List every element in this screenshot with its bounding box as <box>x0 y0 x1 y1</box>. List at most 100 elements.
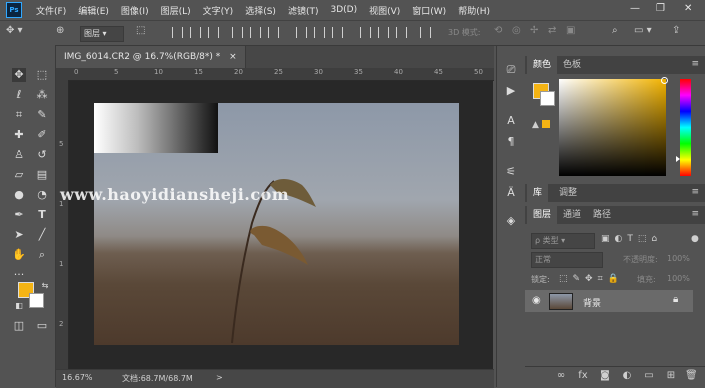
link-layers-icon[interactable]: ∞ <box>555 370 567 382</box>
opacity-value[interactable]: 100% <box>667 254 690 263</box>
menu-window[interactable]: 窗口(W) <box>412 4 446 17</box>
distribute-bottom-icon[interactable] <box>332 27 343 38</box>
align-top-icon[interactable] <box>172 27 183 38</box>
workspace-icon[interactable]: ▭ ▾ <box>634 25 652 36</box>
menu-layer[interactable]: 图层(L) <box>161 4 191 17</box>
3d-drag-icon[interactable]: ✢ <box>530 25 538 36</box>
paragraph-panel-icon[interactable]: ¶ <box>504 135 518 149</box>
close-tab-icon[interactable]: × <box>229 52 237 62</box>
distribute-center-icon[interactable] <box>378 27 389 38</box>
picker-cursor[interactable] <box>661 77 668 84</box>
align-left-icon[interactable] <box>232 27 243 38</box>
tab-swatches[interactable]: 色板 <box>557 56 587 74</box>
auto-select-icon[interactable]: ⊕ <box>56 25 64 36</box>
search-icon[interactable]: ⌕ <box>612 25 618 36</box>
menu-edit[interactable]: 编辑(E) <box>78 4 109 17</box>
document-tab[interactable]: IMG_6014.CR2 @ 16.7%(RGB/8*) * × <box>56 46 246 68</box>
adjustment-layer-icon[interactable]: ◐ <box>621 370 633 382</box>
type-icon[interactable]: T <box>35 208 49 222</box>
fill-value[interactable]: 100% <box>667 274 690 283</box>
hand-icon[interactable]: ✋ <box>12 248 26 262</box>
quick-mask-icon[interactable]: ◫ <box>12 319 26 333</box>
status-menu-arrow[interactable]: > <box>216 373 223 382</box>
dodge-icon[interactable]: ◔ <box>35 188 49 202</box>
lasso-icon[interactable]: ℓ <box>12 88 26 102</box>
align-middle-icon[interactable] <box>190 27 201 38</box>
hue-slider[interactable] <box>680 79 691 176</box>
auto-select-dropdown[interactable]: 图层 ▾ <box>80 26 124 42</box>
distribute-top-icon[interactable] <box>296 27 307 38</box>
clone-stamp-icon[interactable]: ♙ <box>12 148 26 162</box>
tab-layers[interactable]: 图层 <box>527 206 558 224</box>
default-colors-icon[interactable]: ◧ <box>12 299 26 313</box>
line-icon[interactable]: ╱ <box>35 228 49 242</box>
menu-filter[interactable]: 滤镜(T) <box>288 4 319 17</box>
distribute-middle-icon[interactable] <box>314 27 325 38</box>
blur-icon[interactable]: ● <box>12 188 26 202</box>
align-center-icon[interactable] <box>250 27 261 38</box>
layer-name[interactable]: 背景 <box>583 296 601 309</box>
pen-icon[interactable]: ✒ <box>12 208 26 222</box>
hue-slider-handle[interactable] <box>676 156 680 162</box>
healing-brush-icon[interactable]: ✚ <box>12 128 26 142</box>
menu-type[interactable]: 文字(Y) <box>203 4 234 17</box>
transform-controls-icon[interactable]: ⬚ <box>136 25 145 36</box>
delete-layer-icon[interactable]: 🗑︎ <box>685 370 698 382</box>
layer-mask-icon[interactable]: ◙ <box>599 370 611 382</box>
character-panel-icon[interactable]: A <box>504 114 518 128</box>
auto-align-icon[interactable] <box>420 27 431 38</box>
tab-color[interactable]: 颜色 <box>527 56 558 74</box>
3d-scale-icon[interactable]: ▣ <box>566 25 575 36</box>
history-brush-icon[interactable]: ↺ <box>35 148 49 162</box>
move-tool-preset-icon[interactable]: ✥ ▾ <box>6 25 23 36</box>
new-group-icon[interactable]: ▭ <box>643 370 655 382</box>
crop-icon[interactable]: ⌗ <box>12 108 26 122</box>
menu-image[interactable]: 图像(I) <box>121 4 149 17</box>
3d-orbit-icon[interactable]: ⟲ <box>494 25 502 36</box>
layer-filter-icons[interactable]: ▣◐T⬚⌂ <box>601 234 662 244</box>
panel-background-swatch[interactable] <box>540 91 555 106</box>
actions-panel-icon[interactable]: ▶ <box>504 84 518 98</box>
move-icon[interactable]: ✥ <box>12 68 26 82</box>
minimize-button[interactable]: — <box>630 3 640 14</box>
menu-select[interactable]: 选择(S) <box>245 4 276 17</box>
tab-paths[interactable]: 路径 <box>587 206 617 224</box>
menu-view[interactable]: 视图(V) <box>369 4 400 17</box>
glyphs-panel-icon[interactable]: Ä <box>504 186 518 200</box>
layer-style-icon[interactable]: fx <box>577 370 589 382</box>
swap-colors-icon[interactable]: ⇆ <box>38 279 52 293</box>
maximize-button[interactable]: ❐ <box>656 3 665 14</box>
tab-channels[interactable]: 通道 <box>557 206 587 224</box>
3d-roll-icon[interactable]: ◎ <box>512 25 521 36</box>
eyedropper-icon[interactable]: ✎ <box>35 108 49 122</box>
background-color-swatch[interactable] <box>29 293 44 308</box>
menu-help[interactable]: 帮助(H) <box>458 4 490 17</box>
library-panel-menu-icon[interactable]: ≡ <box>691 187 699 197</box>
eraser-icon[interactable]: ▱ <box>12 168 26 182</box>
tab-adjustments[interactable]: 调整 <box>553 184 583 202</box>
history-panel-icon[interactable]: ⎚ <box>504 63 518 77</box>
zoom-level[interactable]: 16.67% <box>62 373 93 382</box>
lock-options-icons[interactable]: ⬚✎✥⌗🔒 <box>559 274 624 284</box>
eye-icon[interactable]: ◉ <box>532 295 541 306</box>
properties-panel-icon[interactable]: ⚟ <box>504 165 518 179</box>
3d-slide-icon[interactable]: ⇄ <box>548 25 556 36</box>
close-button[interactable]: ✕ <box>684 3 692 14</box>
blend-mode-dropdown[interactable]: 正常 <box>531 252 603 268</box>
layers-panel-menu-icon[interactable]: ≡ <box>691 209 699 219</box>
align-right-icon[interactable] <box>268 27 279 38</box>
out-of-gamut-warning-icon[interactable]: ▲ <box>532 120 539 130</box>
gradient-icon[interactable]: ▤ <box>35 168 49 182</box>
align-bottom-icon[interactable] <box>208 27 219 38</box>
zoom-icon[interactable]: ⌕ <box>35 248 49 262</box>
layer-kind-filter[interactable]: ρ 类型 ▾ <box>531 233 595 249</box>
color-panel-menu-icon[interactable]: ≡ <box>691 59 699 69</box>
3d-panel-icon[interactable]: ◈ <box>504 214 518 228</box>
path-select-icon[interactable]: ➤ <box>12 228 26 242</box>
new-layer-icon[interactable]: ⊞ <box>665 370 677 382</box>
distribute-left-icon[interactable] <box>360 27 371 38</box>
more-tools-icon[interactable]: ··· <box>12 268 26 282</box>
tab-libraries[interactable]: 库 <box>527 184 549 202</box>
color-picker-field[interactable] <box>559 79 666 176</box>
menu-file[interactable]: 文件(F) <box>36 4 66 17</box>
